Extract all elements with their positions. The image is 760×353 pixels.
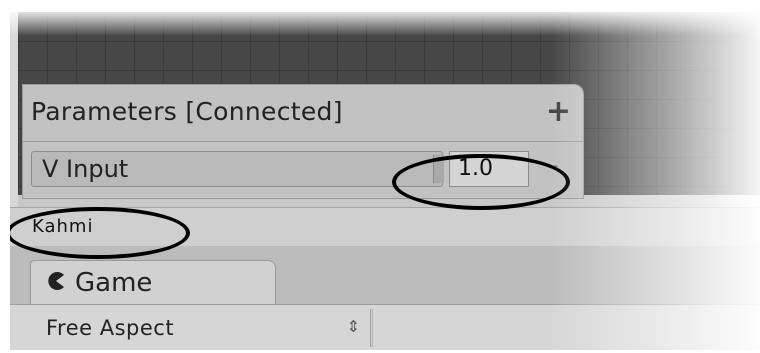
parameters-header: Parameters [Connected] + [23, 85, 583, 142]
updown-arrows-icon: ⇕ [346, 317, 360, 336]
parameters-title: Parameters [Connected] [31, 97, 343, 126]
tab-game-label: Game [75, 268, 153, 298]
pacman-icon [48, 272, 64, 290]
annotation-ellipse-user [10, 207, 190, 259]
annotation-ellipse-value [392, 154, 570, 210]
aspect-label: Free Aspect [46, 316, 175, 340]
parameter-name: V Input [42, 155, 129, 183]
parameter-name-field[interactable]: V Input [31, 151, 443, 187]
tab-game[interactable]: Game [30, 260, 276, 307]
aspect-dropdown[interactable]: Free Aspect ⇕ [32, 309, 371, 347]
toolbar-divider [372, 309, 373, 347]
game-toolbar: Free Aspect ⇕ [10, 304, 760, 350]
screenshot: Parameters [Connected] + V Input 1.0 − K… [10, 12, 760, 350]
add-parameter-button[interactable]: + [546, 94, 571, 129]
